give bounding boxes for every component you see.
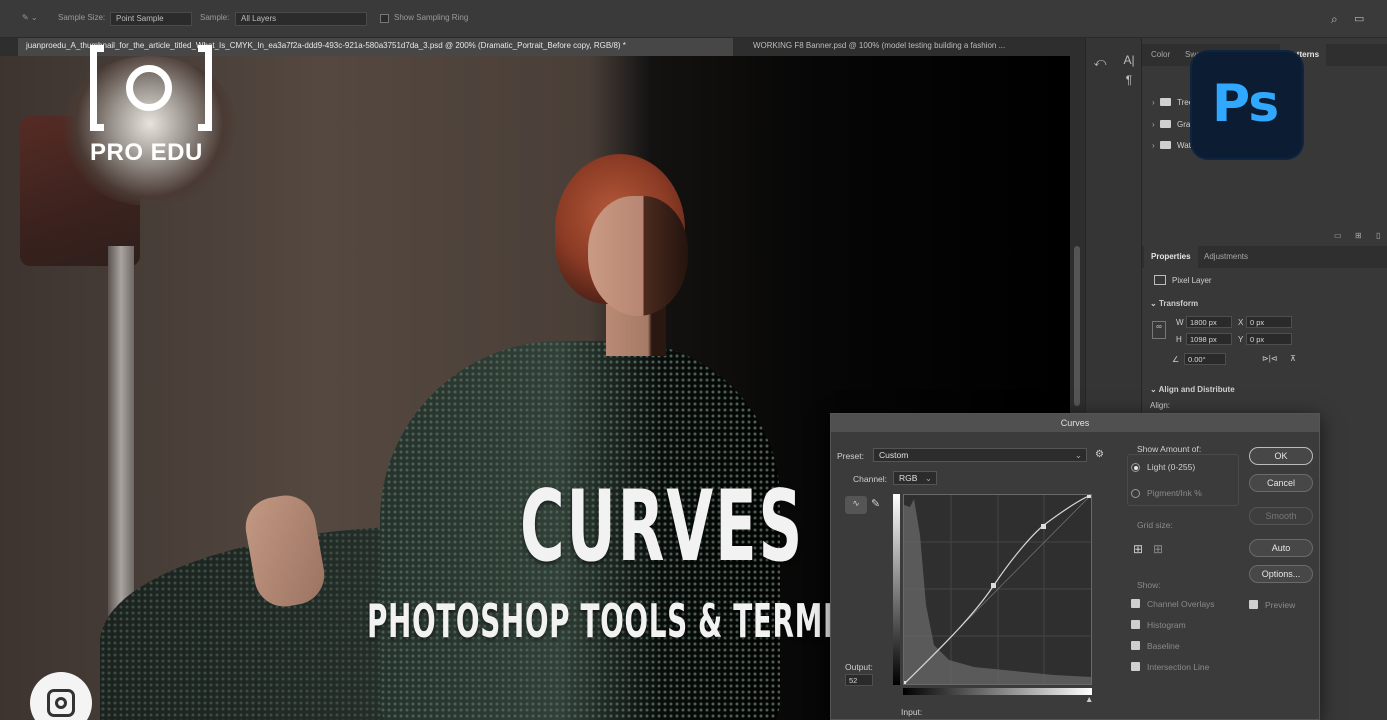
chevron-down-icon: ⌄	[1074, 450, 1082, 460]
angle-field[interactable]: 0.00°	[1184, 353, 1226, 365]
transform-heading[interactable]: ⌄ Transform	[1150, 299, 1198, 308]
output-field[interactable]: 52	[845, 674, 873, 686]
pencil-icon[interactable]: ✎	[871, 497, 880, 510]
curve-point[interactable]	[902, 681, 906, 685]
options-button[interactable]: Options...	[1249, 565, 1313, 583]
channel-overlays-label: Channel Overlays	[1147, 599, 1215, 609]
sample-size-label: Sample Size:	[58, 13, 106, 22]
preview-label: Preview	[1265, 600, 1296, 610]
preset-gear-icon[interactable]: ⚙	[1095, 449, 1104, 460]
preset-select[interactable]: Custom ⌄	[873, 448, 1087, 462]
width-field[interactable]: 1800 px	[1186, 316, 1232, 328]
cancel-button[interactable]: Cancel	[1249, 474, 1313, 492]
logo-ring	[126, 65, 172, 111]
intersection-line-checkbox[interactable]	[1131, 662, 1140, 671]
output-label: Output:	[845, 662, 873, 672]
auto-button[interactable]: Auto	[1249, 539, 1313, 557]
scrollbar-thumb[interactable]	[1074, 246, 1080, 406]
preview-checkbox[interactable]	[1249, 600, 1258, 609]
workspace-icon[interactable]: ▭	[1354, 12, 1364, 25]
curve-point-tool-icon[interactable]: ∿	[845, 496, 867, 514]
doc-tab-banner[interactable]: WORKING F8 Banner.psd @ 100% (model test…	[745, 38, 1055, 56]
curve-point[interactable]	[991, 583, 996, 588]
tab-properties[interactable]: Properties	[1144, 246, 1198, 268]
logo-bracket-right	[198, 45, 212, 131]
intersection-line-label: Intersection Line	[1147, 662, 1210, 672]
channel-select[interactable]: RGB ⌄	[893, 471, 937, 485]
curve-graph[interactable]	[902, 494, 1092, 685]
sample-label: Sample:	[200, 13, 230, 22]
channel-label: Channel:	[853, 474, 888, 484]
show-label: Show:	[1137, 580, 1161, 590]
height-field[interactable]: 1098 px	[1186, 333, 1232, 345]
smooth-button[interactable]: Smooth	[1249, 507, 1313, 525]
new-folder-icon[interactable]: ▭	[1334, 231, 1342, 240]
histogram-checkbox[interactable]	[1131, 620, 1140, 629]
align-heading[interactable]: ⌄ Align and Distribute	[1150, 385, 1235, 394]
logo-bracket-left	[90, 45, 104, 131]
pigment-radio[interactable]	[1131, 489, 1140, 498]
output-gradient-bar	[893, 494, 900, 685]
pixel-layer-icon	[1154, 275, 1166, 285]
light-radio[interactable]	[1131, 463, 1140, 472]
headline-title: CURVES	[520, 470, 805, 584]
angle-icon: ∠	[1172, 355, 1180, 364]
eyedropper-tool-icon[interactable]: ✎ ⌄	[22, 13, 38, 22]
baseline-checkbox[interactable]	[1131, 641, 1140, 650]
baseline-label: Baseline	[1147, 641, 1180, 651]
align-label: Align:	[1150, 401, 1171, 410]
link-icon[interactable]: ∞	[1152, 321, 1166, 339]
chevron-right-icon: ›	[1152, 98, 1155, 107]
chevron-down-icon: ⌄	[924, 473, 932, 483]
sample-size-select[interactable]: Point Sample	[110, 12, 192, 26]
options-bar: ✎ ⌄ Sample Size: Point Sample Sample: Al…	[0, 0, 1387, 38]
tab-adjustments[interactable]: Adjustments	[1197, 246, 1255, 268]
pro-edu-logo: PRO EDU	[90, 45, 212, 167]
show-sampling-ring-label: Show Sampling Ring	[394, 13, 469, 22]
white-point-slider-icon[interactable]: ▲	[1085, 694, 1093, 704]
logo-text: PRO EDU	[90, 139, 203, 166]
new-pattern-icon[interactable]: ⊞	[1355, 231, 1362, 240]
properties-panel-tabs: Properties Adjustments	[1142, 246, 1387, 268]
x-field[interactable]: 0 px	[1246, 316, 1292, 328]
input-gradient-bar	[903, 688, 1092, 695]
ok-button[interactable]: OK	[1249, 447, 1313, 465]
show-amount-label: Show Amount of:	[1137, 444, 1202, 454]
model-face	[588, 196, 688, 316]
pigment-label: Pigment/Ink %	[1147, 488, 1202, 498]
histogram-label: Histogram	[1147, 620, 1186, 630]
input-label: Input:	[901, 707, 923, 717]
chevron-right-icon: ›	[1152, 141, 1155, 150]
grid-simple-icon[interactable]: ⊞	[1133, 542, 1143, 556]
grid-detailed-icon[interactable]: ⊞	[1153, 542, 1163, 556]
flip-vertical-icon[interactable]: ⊼	[1290, 354, 1296, 363]
paragraph-icon[interactable]: ¶	[1121, 72, 1137, 88]
history-icon[interactable]: ⤺	[1092, 54, 1108, 70]
search-icon[interactable]: ⌕	[1331, 12, 1338, 27]
photoshop-logo: Ps	[1192, 52, 1302, 158]
character-icon[interactable]: A|	[1121, 52, 1137, 68]
folder-icon	[1160, 98, 1171, 106]
folder-icon	[1160, 141, 1171, 149]
show-sampling-ring-checkbox[interactable]	[380, 14, 389, 23]
curves-title: Curves	[831, 414, 1319, 432]
y-field[interactable]: 0 px	[1246, 333, 1292, 345]
folder-trees[interactable]: › Trees	[1152, 98, 1197, 107]
layer-type-label: Pixel Layer	[1172, 276, 1212, 285]
trash-icon[interactable]: ▯	[1376, 231, 1380, 240]
grid-size-label: Grid size:	[1137, 520, 1173, 530]
curve-point[interactable]	[1041, 524, 1046, 529]
light-label: Light (0-255)	[1147, 462, 1196, 472]
channel-overlays-checkbox[interactable]	[1131, 599, 1140, 608]
folder-icon	[1160, 120, 1171, 128]
curve-point[interactable]	[1087, 494, 1091, 498]
preset-label: Preset:	[837, 451, 864, 461]
flip-horizontal-icon[interactable]: ⊳|⊲	[1262, 354, 1277, 363]
sample-select[interactable]: All Layers	[235, 12, 367, 26]
lens-dot-icon	[55, 697, 67, 709]
curve-svg	[902, 494, 1092, 685]
tab-color[interactable]: Color	[1144, 44, 1177, 66]
chevron-right-icon: ›	[1152, 120, 1155, 129]
